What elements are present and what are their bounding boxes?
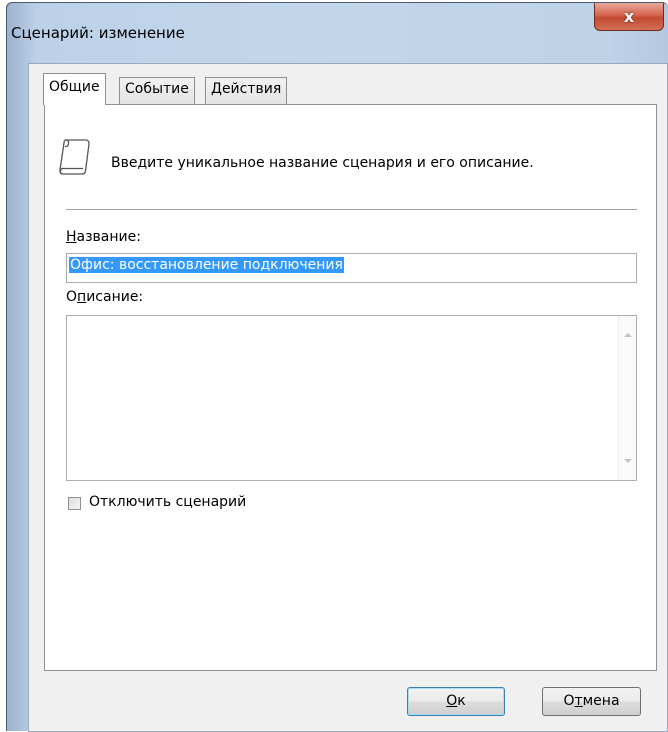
cancel-button-first: О <box>563 693 575 709</box>
dialog-window: Сценарий: изменение x Общие Событие Дейс… <box>6 2 668 732</box>
tab-actions[interactable]: Действия <box>205 77 288 104</box>
name-input[interactable]: Офис: восстановление подключения <box>66 253 637 283</box>
scroll-down-icon[interactable] <box>624 459 632 463</box>
cancel-button-accel: т <box>574 693 583 709</box>
window-title: Сценарий: изменение <box>11 24 185 42</box>
dialog-client-area: Общие Событие Действия Введите уникально… <box>28 63 668 732</box>
description-scrollbar[interactable] <box>618 316 636 480</box>
disable-scenario-label[interactable]: Отключить сценарий <box>89 494 246 510</box>
description-label-text: исание: <box>86 289 144 305</box>
description-textarea[interactable] <box>66 315 637 481</box>
close-button[interactable]: x <box>594 3 664 31</box>
name-label: Название: <box>66 229 141 245</box>
name-label-accel: Н <box>66 229 77 245</box>
tab-panel-general: Введите уникальное название сценария и е… <box>44 104 657 671</box>
description-label-first: О <box>66 289 78 305</box>
description-label: Описание: <box>66 289 143 305</box>
disable-scenario-checkbox[interactable] <box>68 497 81 510</box>
scroll-icon <box>59 139 90 175</box>
separator <box>66 209 637 210</box>
title-bar[interactable]: Сценарий: изменение x <box>7 3 668 61</box>
name-input-value: Офис: восстановление подключения <box>69 257 344 273</box>
name-label-text: азвание: <box>76 229 141 245</box>
intro-text: Введите уникальное название сценария и е… <box>111 155 534 171</box>
scroll-up-icon[interactable] <box>624 333 632 337</box>
tab-general[interactable]: Общие <box>43 73 106 105</box>
ok-button[interactable]: Ок <box>407 687 505 716</box>
tab-event[interactable]: Событие <box>119 77 195 104</box>
description-label-accel: п <box>77 289 87 305</box>
ok-button-accel: О <box>446 693 458 709</box>
ok-button-text: к <box>457 693 466 709</box>
cancel-button[interactable]: Отмена <box>542 687 641 716</box>
close-icon: x <box>623 7 635 26</box>
cancel-button-text: мена <box>582 693 620 709</box>
